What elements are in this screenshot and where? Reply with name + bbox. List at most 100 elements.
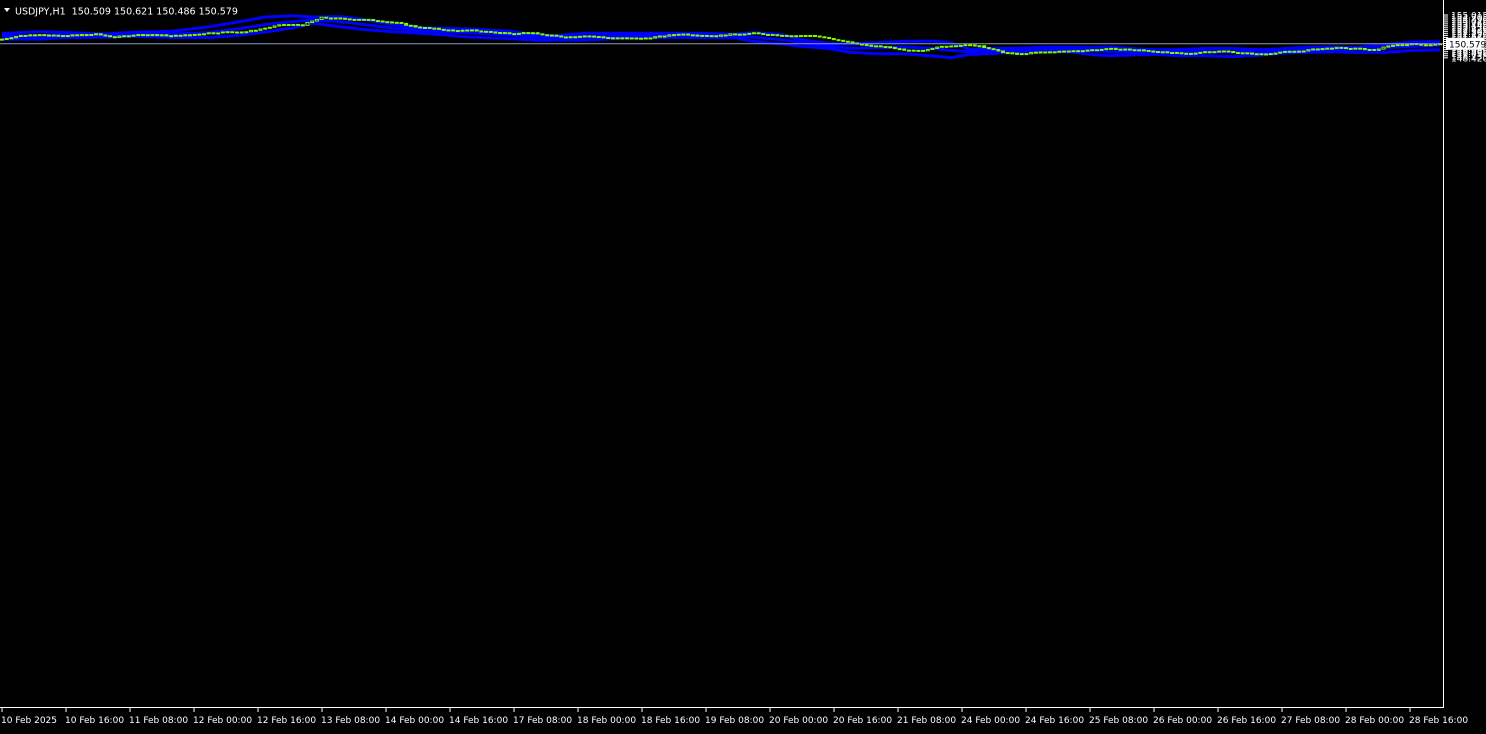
candle-body [234, 31, 239, 34]
candle-body [1315, 48, 1320, 51]
candle-body [1217, 50, 1222, 53]
candle-body [324, 16, 329, 19]
candle-body [155, 34, 160, 37]
x-tick-label: 14 Feb 16:00 [449, 716, 508, 726]
candle-body [300, 24, 305, 27]
candle-body [1010, 52, 1015, 55]
x-tick-label: 20 Feb 00:00 [769, 716, 828, 726]
candle-body [672, 34, 677, 37]
current-price-tag: 150.579 [1446, 37, 1486, 50]
candle-body [357, 18, 362, 21]
candle-body [1019, 53, 1024, 56]
candle-body [18, 34, 23, 38]
candle-body [700, 34, 705, 37]
candle-body [1080, 50, 1085, 53]
candle-body [850, 41, 855, 44]
candle-body [662, 35, 667, 38]
x-tick-label: 12 Feb 00:00 [193, 716, 252, 726]
candle-body [1052, 51, 1057, 54]
candle-body [375, 20, 380, 23]
candle-body [314, 18, 319, 22]
candle-body [1062, 50, 1067, 53]
candle-body [319, 16, 324, 20]
candle-body [625, 37, 630, 40]
chart-header-text: USDJPY,H1 150.509 150.621 150.486 150.57… [15, 7, 238, 18]
candle-body [892, 46, 897, 50]
candle-body [563, 36, 568, 39]
candle-body [643, 37, 648, 40]
candle-body [1179, 52, 1184, 55]
x-tick-label: 28 Feb 00:00 [1345, 716, 1404, 726]
candle-body [869, 44, 874, 47]
candle-body [888, 46, 893, 49]
candle-body [1132, 49, 1137, 52]
x-tick-label: 11 Feb 08:00 [129, 716, 188, 726]
price-chart[interactable]: 155.015154.705154.390154.075153.760153.4… [0, 0, 1486, 730]
candle-body [390, 21, 395, 24]
candle-body [1094, 49, 1099, 52]
candle-body [220, 31, 225, 34]
candle-body [1358, 47, 1363, 50]
candle-body [1367, 48, 1372, 51]
candle-body [845, 40, 850, 43]
candle-body [281, 24, 286, 27]
candle-body [526, 32, 531, 35]
chart-header: USDJPY,H1 150.509 150.621 150.486 150.57… [4, 7, 238, 18]
candle-body [1123, 48, 1128, 51]
candle-body [949, 45, 954, 48]
candle-body [1264, 53, 1269, 56]
x-tick-label: 28 Feb 16:00 [1409, 716, 1468, 726]
candle-body [1395, 44, 1400, 47]
candle-body [408, 24, 413, 27]
candle-body [836, 39, 841, 42]
candle-body [1339, 46, 1344, 49]
chart-area[interactable]: 155.015 154.705 154.390 154.075 153.760 153.4… [0, 0, 1486, 730]
candle-body [460, 29, 465, 32]
candle-body [484, 30, 489, 33]
candle-body [1043, 51, 1048, 54]
candle-body [493, 31, 498, 34]
candle-body [192, 33, 197, 36]
candle-body [183, 34, 188, 37]
candle-body [1273, 52, 1278, 55]
candle-body [239, 31, 244, 34]
candle-body [808, 34, 813, 37]
candle-body [225, 31, 230, 34]
candle-body [1160, 51, 1165, 54]
candle-body [145, 34, 150, 37]
candle-body [1428, 44, 1433, 47]
candle-body [953, 45, 958, 48]
candle-body [1057, 50, 1062, 53]
candle-body [187, 34, 192, 37]
candle-body [1038, 51, 1043, 54]
candle-body [89, 34, 94, 37]
candle-body [277, 24, 282, 27]
candle-body [977, 45, 982, 48]
candle-body [1259, 53, 1264, 56]
candle-body [620, 37, 625, 40]
candle-body [1156, 51, 1161, 54]
candle-body [1066, 50, 1071, 53]
candle-body [4, 37, 9, 40]
candle-body [1188, 52, 1193, 55]
x-tick-label: 24 Feb 00:00 [961, 716, 1020, 726]
candle-body [794, 35, 799, 38]
candle-body [780, 34, 785, 37]
candle-body [921, 49, 926, 52]
candle-body [422, 26, 427, 29]
candle-body [1325, 47, 1330, 50]
candle-body [812, 34, 817, 37]
candle-body [70, 34, 75, 37]
candle-body [164, 34, 169, 37]
candle-body [982, 45, 987, 49]
candle-body [1170, 51, 1175, 54]
candle-body [1033, 51, 1038, 54]
candle-body [723, 34, 728, 37]
candle-body [333, 17, 338, 20]
candle-body [648, 37, 653, 40]
candle-body [249, 29, 254, 33]
candle-body [117, 35, 122, 38]
candle-body [361, 18, 366, 21]
candle-body [930, 47, 935, 50]
candle-body [1193, 52, 1198, 55]
